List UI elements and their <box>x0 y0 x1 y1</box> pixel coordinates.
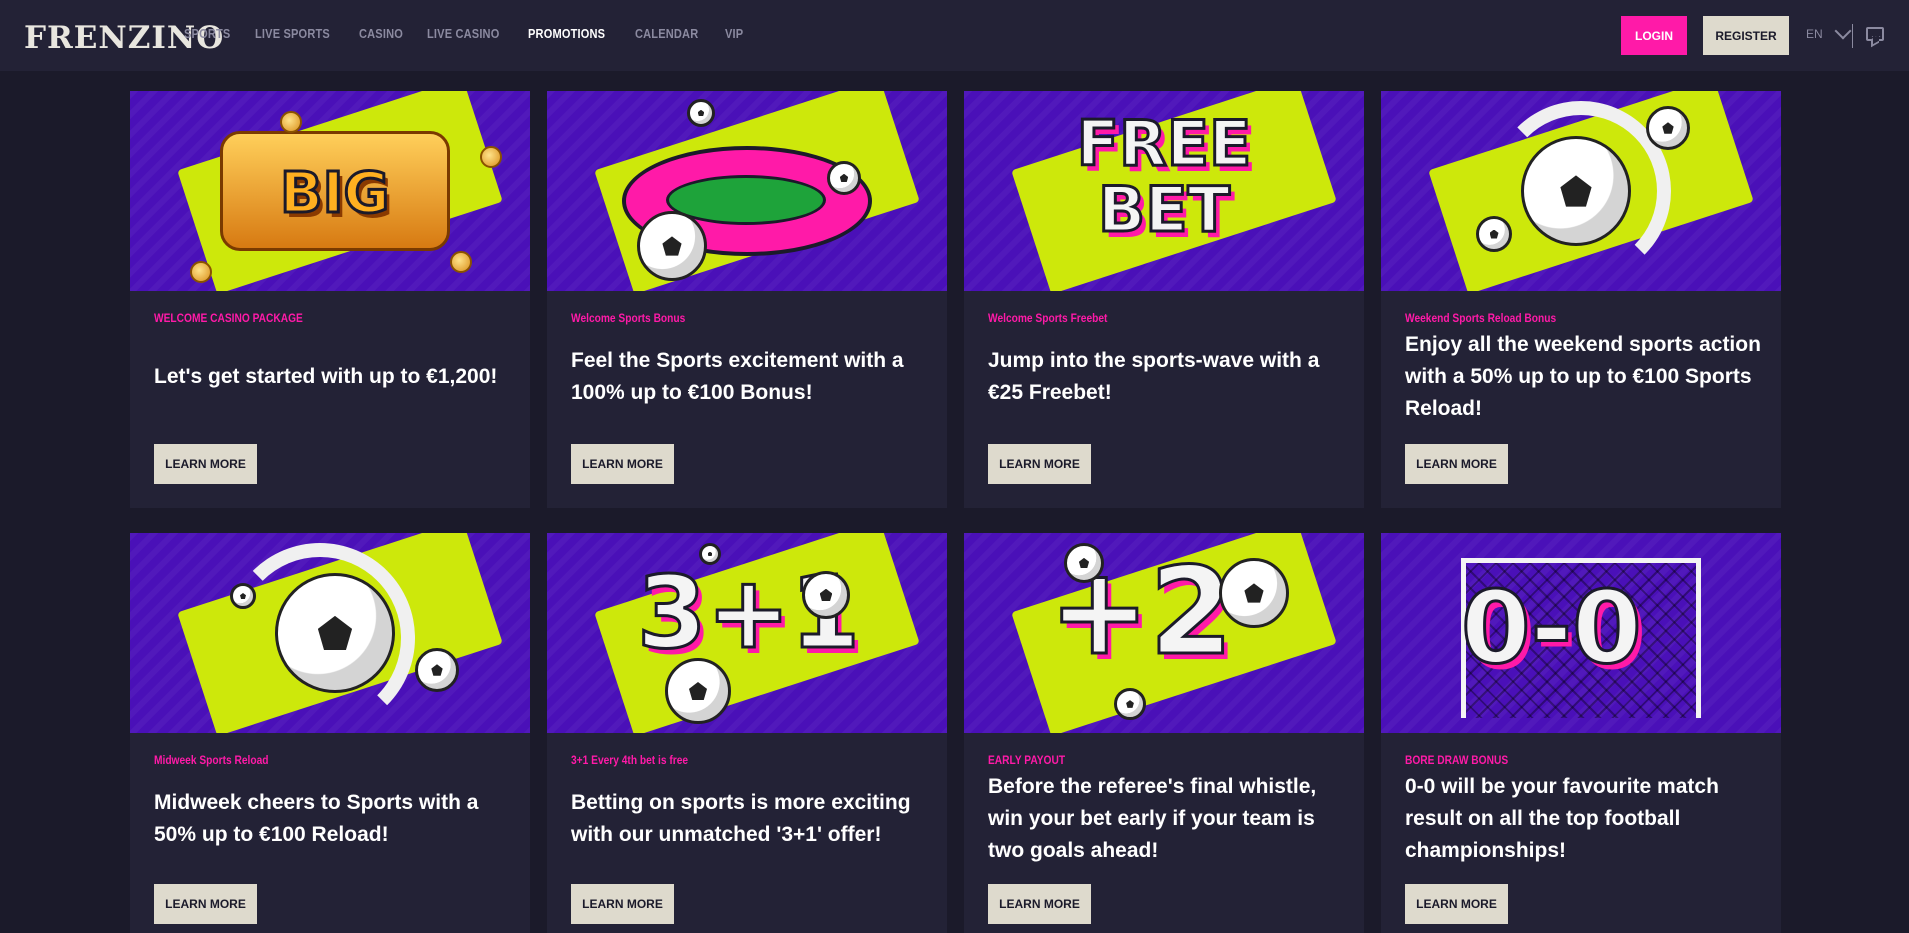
promo-category: EARLY PAYOUT <box>988 753 1066 767</box>
nav-casino[interactable]: CASINO <box>359 26 403 41</box>
learn-more-button[interactable]: LEARN MORE <box>988 884 1091 924</box>
promo-category: Welcome Sports Freebet <box>988 311 1108 325</box>
promo-card: Weekend Sports Reload Bonus Enjoy all th… <box>1381 91 1781 508</box>
header-divider <box>1852 24 1853 48</box>
promo-card: 3+1 3+1 Every 4th bet is free Betting on… <box>547 533 947 933</box>
football-icon <box>275 573 395 693</box>
nav-live-casino[interactable]: LIVE CASINO <box>427 26 499 41</box>
football-icon <box>230 583 256 609</box>
coin-icon <box>280 111 302 133</box>
promo-image-text: BIG <box>278 160 390 228</box>
promo-category: WELCOME CASINO PACKAGE <box>154 311 303 325</box>
nav-sports[interactable]: SPORTS <box>184 26 230 41</box>
promo-image <box>130 533 530 733</box>
football-icon <box>1219 558 1289 628</box>
promo-headline: Let's get started with up to €1,200! <box>154 365 498 388</box>
promo-category: Weekend Sports Reload Bonus <box>1405 311 1557 325</box>
football-icon <box>802 571 850 619</box>
football-icon <box>687 99 715 127</box>
coin-icon <box>450 251 472 273</box>
promo-headline: Enjoy all the weekend sports action with… <box>1405 333 1761 420</box>
promo-headline: Jump into the sports-wave with a €25 Fre… <box>988 349 1320 404</box>
login-button[interactable]: LOGIN <box>1621 16 1687 55</box>
nav-live-sports[interactable]: LIVE SPORTS <box>255 26 330 41</box>
learn-more-button[interactable]: LEARN MORE <box>154 444 257 484</box>
learn-more-button[interactable]: LEARN MORE <box>1405 444 1508 484</box>
promo-category: 3+1 Every 4th bet is free <box>571 753 689 767</box>
promo-headline: Betting on sports is more exciting with … <box>571 791 911 846</box>
tennis-ball-icon <box>699 543 721 565</box>
nav-promotions[interactable]: PROMOTIONS <box>528 26 605 41</box>
promo-category: BORE DRAW BONUS <box>1405 753 1509 767</box>
promo-headline: 0-0 will be your favourite match result … <box>1405 775 1719 862</box>
football-icon <box>1476 216 1512 252</box>
chat-icon[interactable]: ··· <box>1866 27 1884 41</box>
learn-more-button[interactable]: LEARN MORE <box>988 444 1091 484</box>
promo-image: FREE BET <box>964 91 1364 291</box>
promo-image-text: 0-0 <box>1460 569 1644 686</box>
learn-more-button[interactable]: LEARN MORE <box>154 884 257 924</box>
football-icon <box>1521 136 1631 246</box>
language-label: EN <box>1806 27 1823 41</box>
top-navigation-bar: FRENZINO SPORTS LIVE SPORTS CASINO LIVE … <box>0 0 1909 71</box>
nav-vip[interactable]: VIP <box>725 26 743 41</box>
promo-image: 0-0 <box>1381 533 1781 733</box>
promo-headline: Before the referee's final whistle, win … <box>988 775 1317 862</box>
language-selector[interactable]: EN <box>1806 22 1852 41</box>
main-nav: SPORTS LIVE SPORTS CASINO LIVE CASINO PR… <box>184 26 763 41</box>
promo-headline: Midweek cheers to Sports with a 50% up t… <box>154 791 479 846</box>
promo-card: +2 EARLY PAYOUT Before the referee's fin… <box>964 533 1364 933</box>
promo-category: Midweek Sports Reload <box>154 753 269 767</box>
learn-more-button[interactable]: LEARN MORE <box>571 444 674 484</box>
promo-card: Midweek Sports Reload Midweek cheers to … <box>130 533 530 933</box>
promo-image <box>1381 91 1781 291</box>
nav-calendar[interactable]: CALENDAR <box>635 26 698 41</box>
coin-icon <box>480 146 502 168</box>
football-icon <box>637 211 707 281</box>
coin-icon <box>190 261 212 283</box>
learn-more-button[interactable]: LEARN MORE <box>1405 884 1508 924</box>
promo-card: FREE BET Welcome Sports Freebet Jump int… <box>964 91 1364 508</box>
promo-image-text: FREE BET <box>1075 107 1253 246</box>
football-icon <box>1114 688 1146 720</box>
promo-card: BIG WELCOME CASINO PACKAGE Let's get sta… <box>130 91 530 508</box>
promo-image: BIG <box>130 91 530 291</box>
promo-image <box>547 91 947 291</box>
chevron-down-icon <box>1834 22 1852 40</box>
promo-card: Welcome Sports Bonus Feel the Sports exc… <box>547 91 947 508</box>
promo-category: Welcome Sports Bonus <box>571 311 686 325</box>
promo-card: 0-0 BORE DRAW BONUS 0-0 will be your fav… <box>1381 533 1781 933</box>
basketball-icon <box>665 658 731 724</box>
football-icon <box>1646 106 1690 150</box>
football-icon <box>415 648 459 692</box>
promo-headline: Feel the Sports excitement with a 100% u… <box>571 349 904 404</box>
register-button[interactable]: REGISTER <box>1703 16 1789 55</box>
promo-image: 3+1 <box>547 533 947 733</box>
football-icon <box>827 161 861 195</box>
learn-more-button[interactable]: LEARN MORE <box>571 884 674 924</box>
promo-image: +2 <box>964 533 1364 733</box>
football-icon <box>1064 543 1104 583</box>
